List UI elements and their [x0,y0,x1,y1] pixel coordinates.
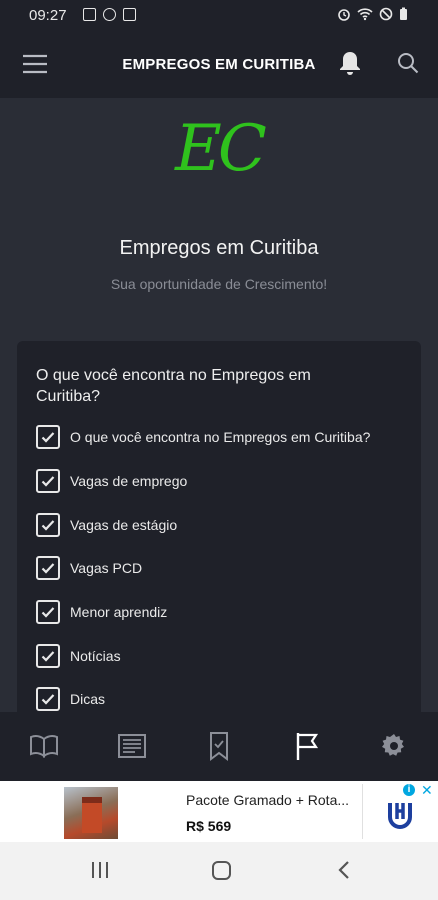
book-icon[interactable] [28,730,60,762]
ad-banner[interactable]: Pacote Gramado + Rota... R$ 569 i ✕ [0,781,438,842]
hd-icon [123,8,136,21]
app-notification-icon [103,8,116,21]
alarm-icon [338,9,350,21]
do-not-disturb-icon [379,7,393,21]
feature-checkbox-item[interactable]: Vagas de emprego [36,468,187,494]
gallery-icon [83,8,96,21]
site-tagline: Sua oportunidade de Crescimento! [110,276,328,292]
system-status-icons [337,7,408,21]
ad-price[interactable]: R$ 569 [186,818,231,834]
system-navigation-bar [0,842,438,900]
feature-checkbox-item[interactable]: O que você encontra no Empregos em Curit… [36,424,370,450]
feature-label: Vagas de emprego [70,473,188,489]
ad-close-icon[interactable]: ✕ [421,782,433,799]
back-icon[interactable] [336,860,352,880]
ad-thumbnail-image[interactable] [64,787,118,839]
home-icon[interactable] [211,860,232,881]
feature-label: O que você encontra no Empregos em Curit… [70,429,371,445]
feature-checkbox-item[interactable]: Notícias [36,643,121,669]
site-name: Empregos em Curitiba [119,237,319,259]
checkbox-checked-icon[interactable] [36,425,60,449]
advertiser-logo-icon[interactable] [384,799,416,831]
feature-checkbox-item[interactable]: Dicas [36,686,105,712]
recent-apps-icon[interactable] [90,860,110,880]
bell-icon[interactable] [338,50,362,76]
newspaper-icon[interactable] [116,730,148,762]
checkbox-checked-icon[interactable] [36,600,60,624]
app-title: EMPREGOS EM CURITIBA [122,56,316,73]
site-logo: EC [175,112,267,186]
checkbox-checked-icon[interactable] [36,644,60,668]
search-icon[interactable] [397,52,419,74]
ad-divider [362,784,363,839]
feature-label: Dicas [70,691,106,707]
app-bar: EMPREGOS EM CURITIBA [0,30,438,98]
feature-checkbox-item[interactable]: Menor aprendiz [36,599,167,625]
bottom-navigation [0,712,438,781]
status-time: 09:27 [29,7,67,24]
features-card: O que você encontra no Empregos em Curit… [17,341,421,721]
features-card-title: O que você encontra no Empregos em Curit… [36,367,311,405]
bookmark-icon[interactable] [203,730,235,762]
feature-checkbox-item[interactable]: Vagas PCD [36,555,142,581]
checkbox-checked-icon[interactable] [36,469,60,493]
ad-info-icon[interactable]: i [403,784,415,796]
checkbox-checked-icon[interactable] [36,556,60,580]
wifi-icon [357,8,373,21]
feature-label: Notícias [70,648,121,664]
feature-checkbox-item[interactable]: Vagas de estágio [36,512,177,538]
battery-icon [400,7,407,20]
flag-icon[interactable] [291,730,323,762]
feature-label: Vagas PCD [70,560,143,576]
status-bar: 09:27 [0,0,438,30]
feature-label: Vagas de estágio [70,517,178,533]
checkbox-checked-icon[interactable] [36,687,60,711]
gear-icon[interactable] [378,730,410,762]
ad-title[interactable]: Pacote Gramado + Rota... [186,792,349,808]
notification-icons [83,8,136,21]
feature-label: Menor aprendiz [70,604,168,620]
checkbox-checked-icon[interactable] [36,513,60,537]
